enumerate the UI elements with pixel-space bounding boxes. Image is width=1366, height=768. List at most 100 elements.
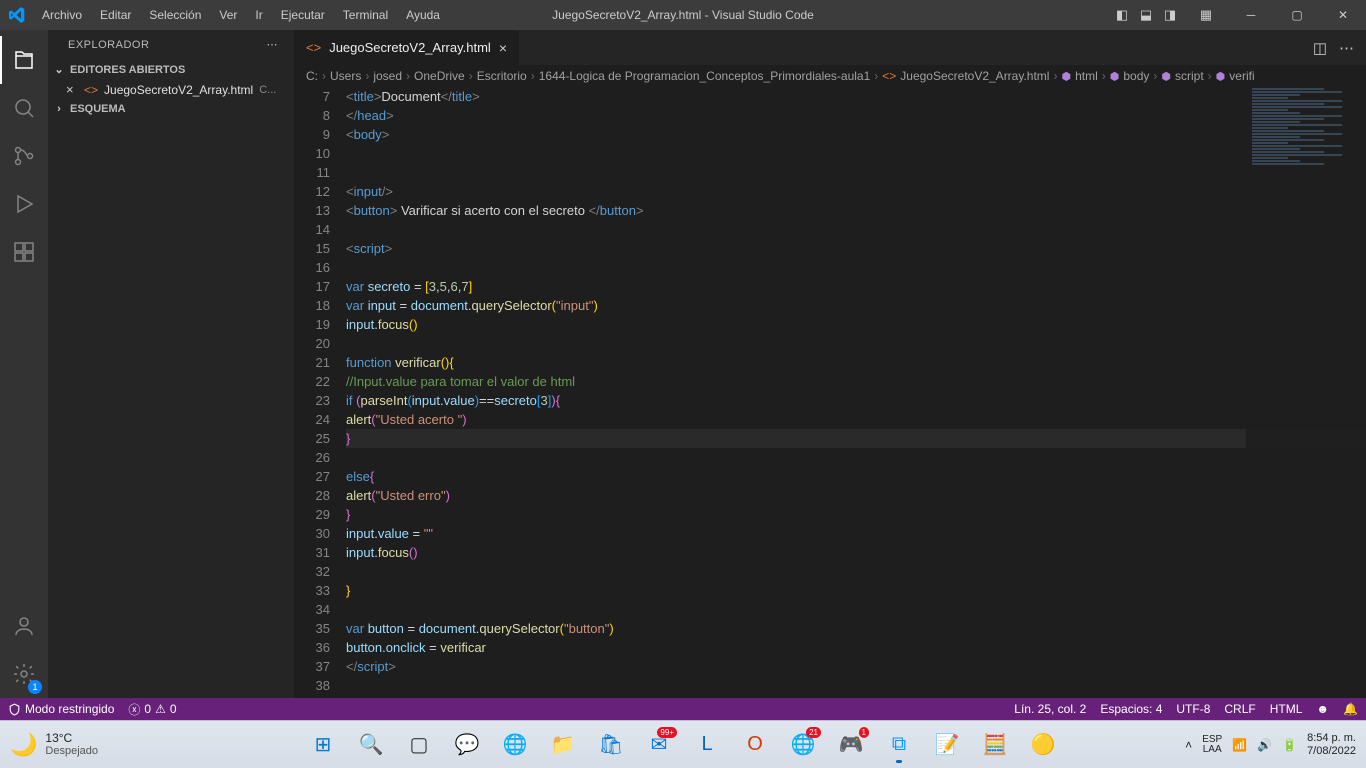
taskbar-app-mail[interactable]: ✉99+ [639, 725, 679, 765]
customize-layout-icon[interactable]: ▦ [1196, 5, 1216, 25]
taskbar-app-chrome[interactable]: 🟡 [1023, 725, 1063, 765]
open-editors-section[interactable]: ⌄ EDITORES ABIERTOS [48, 59, 294, 80]
code-line[interactable]: function verificar(){ [346, 353, 1366, 372]
breadcrumb-item[interactable]: JuegoSecretoV2_Array.html [900, 69, 1049, 83]
wifi-icon[interactable]: 📶 [1232, 738, 1247, 752]
taskbar-app-vscode[interactable]: ⧉ [879, 725, 919, 765]
volume-icon[interactable]: 🔊 [1257, 738, 1272, 752]
extensions-icon[interactable] [0, 228, 48, 276]
menu-archivo[interactable]: Archivo [34, 4, 90, 26]
explorer-icon[interactable] [0, 36, 48, 84]
panel-bottom-icon[interactable]: ⬓ [1136, 5, 1156, 25]
menu-ir[interactable]: Ir [247, 4, 270, 26]
taskbar-app-linkedin[interactable]: L [687, 725, 727, 765]
eol[interactable]: CRLF [1224, 702, 1255, 716]
taskbar-app-office[interactable]: O [735, 725, 775, 765]
open-editor-item[interactable]: × <> JuegoSecretoV2_Array.html C... [48, 80, 294, 99]
menu-ver[interactable]: Ver [211, 4, 245, 26]
cursor-position[interactable]: Lín. 25, col. 2 [1014, 702, 1086, 716]
code-line[interactable] [346, 258, 1366, 277]
tray-chevron-icon[interactable]: ˄ [1185, 738, 1192, 752]
close-window-button[interactable]: ✕ [1320, 0, 1366, 30]
taskbar-app-edge[interactable]: 🌐 [495, 725, 535, 765]
code-line[interactable] [346, 448, 1366, 467]
code-line[interactable]: input.focus() [346, 315, 1366, 334]
taskbar-app-discord[interactable]: 🎮1 [831, 725, 871, 765]
breadcrumb-item[interactable]: 1644-Logica de Programacion_Conceptos_Pr… [539, 69, 871, 83]
code-line[interactable]: var button = document.querySelector("but… [346, 619, 1366, 638]
code-line[interactable] [346, 600, 1366, 619]
menu-selección[interactable]: Selección [141, 4, 209, 26]
outline-section[interactable]: › ESQUEMA [48, 99, 294, 119]
code-line[interactable]: alert("Usted acerto ") [346, 410, 1366, 429]
code-line[interactable]: } [346, 505, 1366, 524]
code-line[interactable]: <input/> [346, 182, 1366, 201]
panel-right-icon[interactable]: ◨ [1160, 5, 1180, 25]
code-line[interactable] [346, 676, 1366, 695]
code-line[interactable]: </head> [346, 106, 1366, 125]
breadcrumb-item[interactable]: html [1075, 69, 1098, 83]
code-line[interactable]: } [346, 429, 1366, 448]
taskbar-app-chat[interactable]: 💬 [447, 725, 487, 765]
code-line[interactable] [346, 144, 1366, 163]
taskbar-app-store[interactable]: 🛍 [591, 725, 631, 765]
encoding[interactable]: UTF-8 [1176, 702, 1210, 716]
taskbar-app-edge2[interactable]: 🌐21 [783, 725, 823, 765]
code-line[interactable]: input.value = "" [346, 524, 1366, 543]
search-icon[interactable] [0, 84, 48, 132]
indentation[interactable]: Espacios: 4 [1100, 702, 1162, 716]
taskbar-app-taskview[interactable]: ▢ [399, 725, 439, 765]
breadcrumb-item[interactable]: script [1175, 69, 1204, 83]
code-line[interactable] [346, 220, 1366, 239]
code-line[interactable]: alert("Usted erro") [346, 486, 1366, 505]
source-control-icon[interactable] [0, 132, 48, 180]
language-mode[interactable]: HTML [1270, 702, 1303, 716]
notifications-icon[interactable]: 🔔 [1343, 702, 1358, 716]
accounts-icon[interactable] [0, 602, 48, 650]
run-debug-icon[interactable] [0, 180, 48, 228]
code-line[interactable]: <button> Varificar si acerto con el secr… [346, 201, 1366, 220]
code-line[interactable]: <body> [346, 125, 1366, 144]
minimize-button[interactable]: ─ [1228, 0, 1274, 30]
menu-terminal[interactable]: Terminal [335, 4, 396, 26]
breadcrumb-item[interactable]: OneDrive [414, 69, 465, 83]
breadcrumb-item[interactable]: body [1123, 69, 1149, 83]
breadcrumb-item[interactable]: Users [330, 69, 361, 83]
tab-active[interactable]: <> JuegoSecretoV2_Array.html × [294, 30, 520, 65]
taskbar-app-start[interactable]: ⊞ [303, 725, 343, 765]
code-line[interactable]: <script> [346, 239, 1366, 258]
maximize-button[interactable]: ▢ [1274, 0, 1320, 30]
taskbar-weather[interactable]: 🌙 13°C Despejado [10, 732, 98, 758]
menu-editar[interactable]: Editar [92, 4, 139, 26]
minimap[interactable] [1246, 87, 1366, 698]
taskbar-app-search[interactable]: 🔍 [351, 725, 391, 765]
code-line[interactable]: button.onclick = verificar [346, 638, 1366, 657]
sidebar-more-icon[interactable]: ⋯ [267, 38, 279, 51]
code-line[interactable]: input.focus() [346, 543, 1366, 562]
close-editor-icon[interactable]: × [66, 82, 78, 97]
code-line[interactable]: else{ [346, 467, 1366, 486]
code-line[interactable]: <title>Document</title> [346, 87, 1366, 106]
taskbar-app-notepad[interactable]: 📝 [927, 725, 967, 765]
code-line[interactable]: var secreto = [3,5,6,7] [346, 277, 1366, 296]
code-line[interactable]: var input = document.querySelector("inpu… [346, 296, 1366, 315]
breadcrumb-item[interactable]: Escritorio [477, 69, 527, 83]
feedback-icon[interactable]: ☻ [1316, 702, 1329, 716]
code-lines[interactable]: <title>Document</title> </head> <body> <… [346, 87, 1366, 698]
breadcrumb-item[interactable]: verifi [1229, 69, 1254, 83]
code-line[interactable]: } [346, 581, 1366, 600]
clock[interactable]: 8:54 p. m. 7/08/2022 [1307, 732, 1356, 756]
taskbar-app-explorer[interactable]: 📁 [543, 725, 583, 765]
breadcrumbs[interactable]: C:›Users›josed›OneDrive›Escritorio›1644-… [294, 65, 1366, 87]
breadcrumb-item[interactable]: josed [373, 69, 402, 83]
code-line[interactable] [346, 334, 1366, 353]
code-line[interactable]: //Input.value para tomar el valor de htm… [346, 372, 1366, 391]
split-editor-icon[interactable]: ◫ [1313, 39, 1327, 57]
code-line[interactable] [346, 163, 1366, 182]
breadcrumb-item[interactable]: C: [306, 69, 318, 83]
menu-ayuda[interactable]: Ayuda [398, 4, 448, 26]
panel-left-icon[interactable]: ◧ [1112, 5, 1132, 25]
problems-status[interactable]: ⓧ0 ⚠0 [128, 701, 176, 718]
taskbar-app-calc[interactable]: 🧮 [975, 725, 1015, 765]
settings-gear-icon[interactable]: 1 [0, 650, 48, 698]
